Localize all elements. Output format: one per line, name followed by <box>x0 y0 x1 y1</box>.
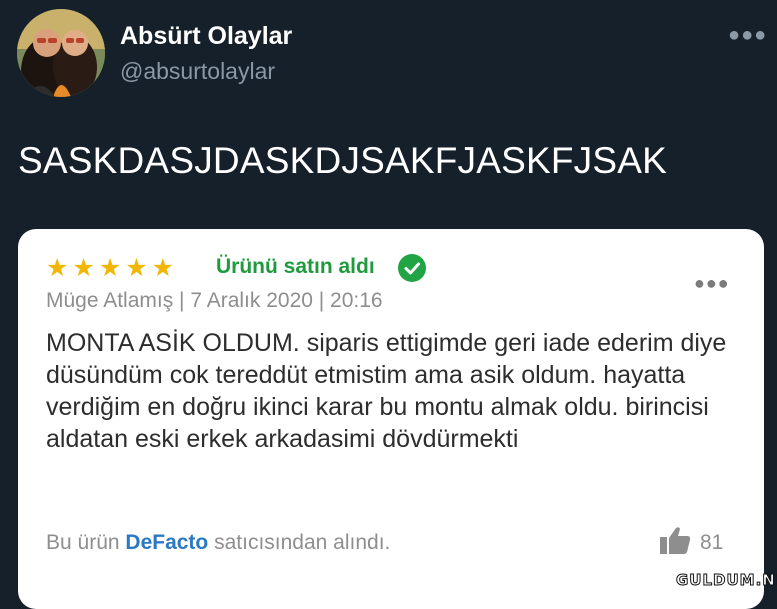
author-handle[interactable]: @absurtolaylar <box>120 58 275 85</box>
like-count: 81 <box>700 531 724 554</box>
avatar[interactable] <box>17 9 105 97</box>
purchased-label: Ürünü satın aldı <box>216 255 375 278</box>
rating-stars: ★★★★★ <box>46 254 179 282</box>
author-name[interactable]: Absürt Olaylar <box>120 22 292 51</box>
review-card-image[interactable]: ★★★★★ Ürünü satın aldı Müge Atlamış | 7 … <box>18 229 764 609</box>
seller-name: DeFacto <box>125 531 209 554</box>
tweet-text: SASKDASJDASKDJSAKFJASKFJSAK <box>18 140 667 181</box>
more-horizontal-icon[interactable]: ●●● <box>728 24 767 47</box>
watermark-logo: GULDUM.NET <box>675 571 777 590</box>
check-circle-icon <box>398 254 426 282</box>
seller-suffix: satıcısından alındı. <box>214 531 391 554</box>
card-more-icon: ●●● <box>694 273 730 293</box>
seller-prefix: Bu ürün <box>46 531 120 554</box>
seller-line: Bu ürün DeFacto satıcısından alındı. <box>46 531 390 555</box>
thumbs-up-icon <box>658 525 692 560</box>
avatar-photo <box>17 9 105 97</box>
review-body: MONTA ASİK OLDUM. siparis ettigimde geri… <box>46 329 727 453</box>
review-meta: Müge Atlamış | 7 Aralık 2020 | 20:16 <box>46 289 383 312</box>
